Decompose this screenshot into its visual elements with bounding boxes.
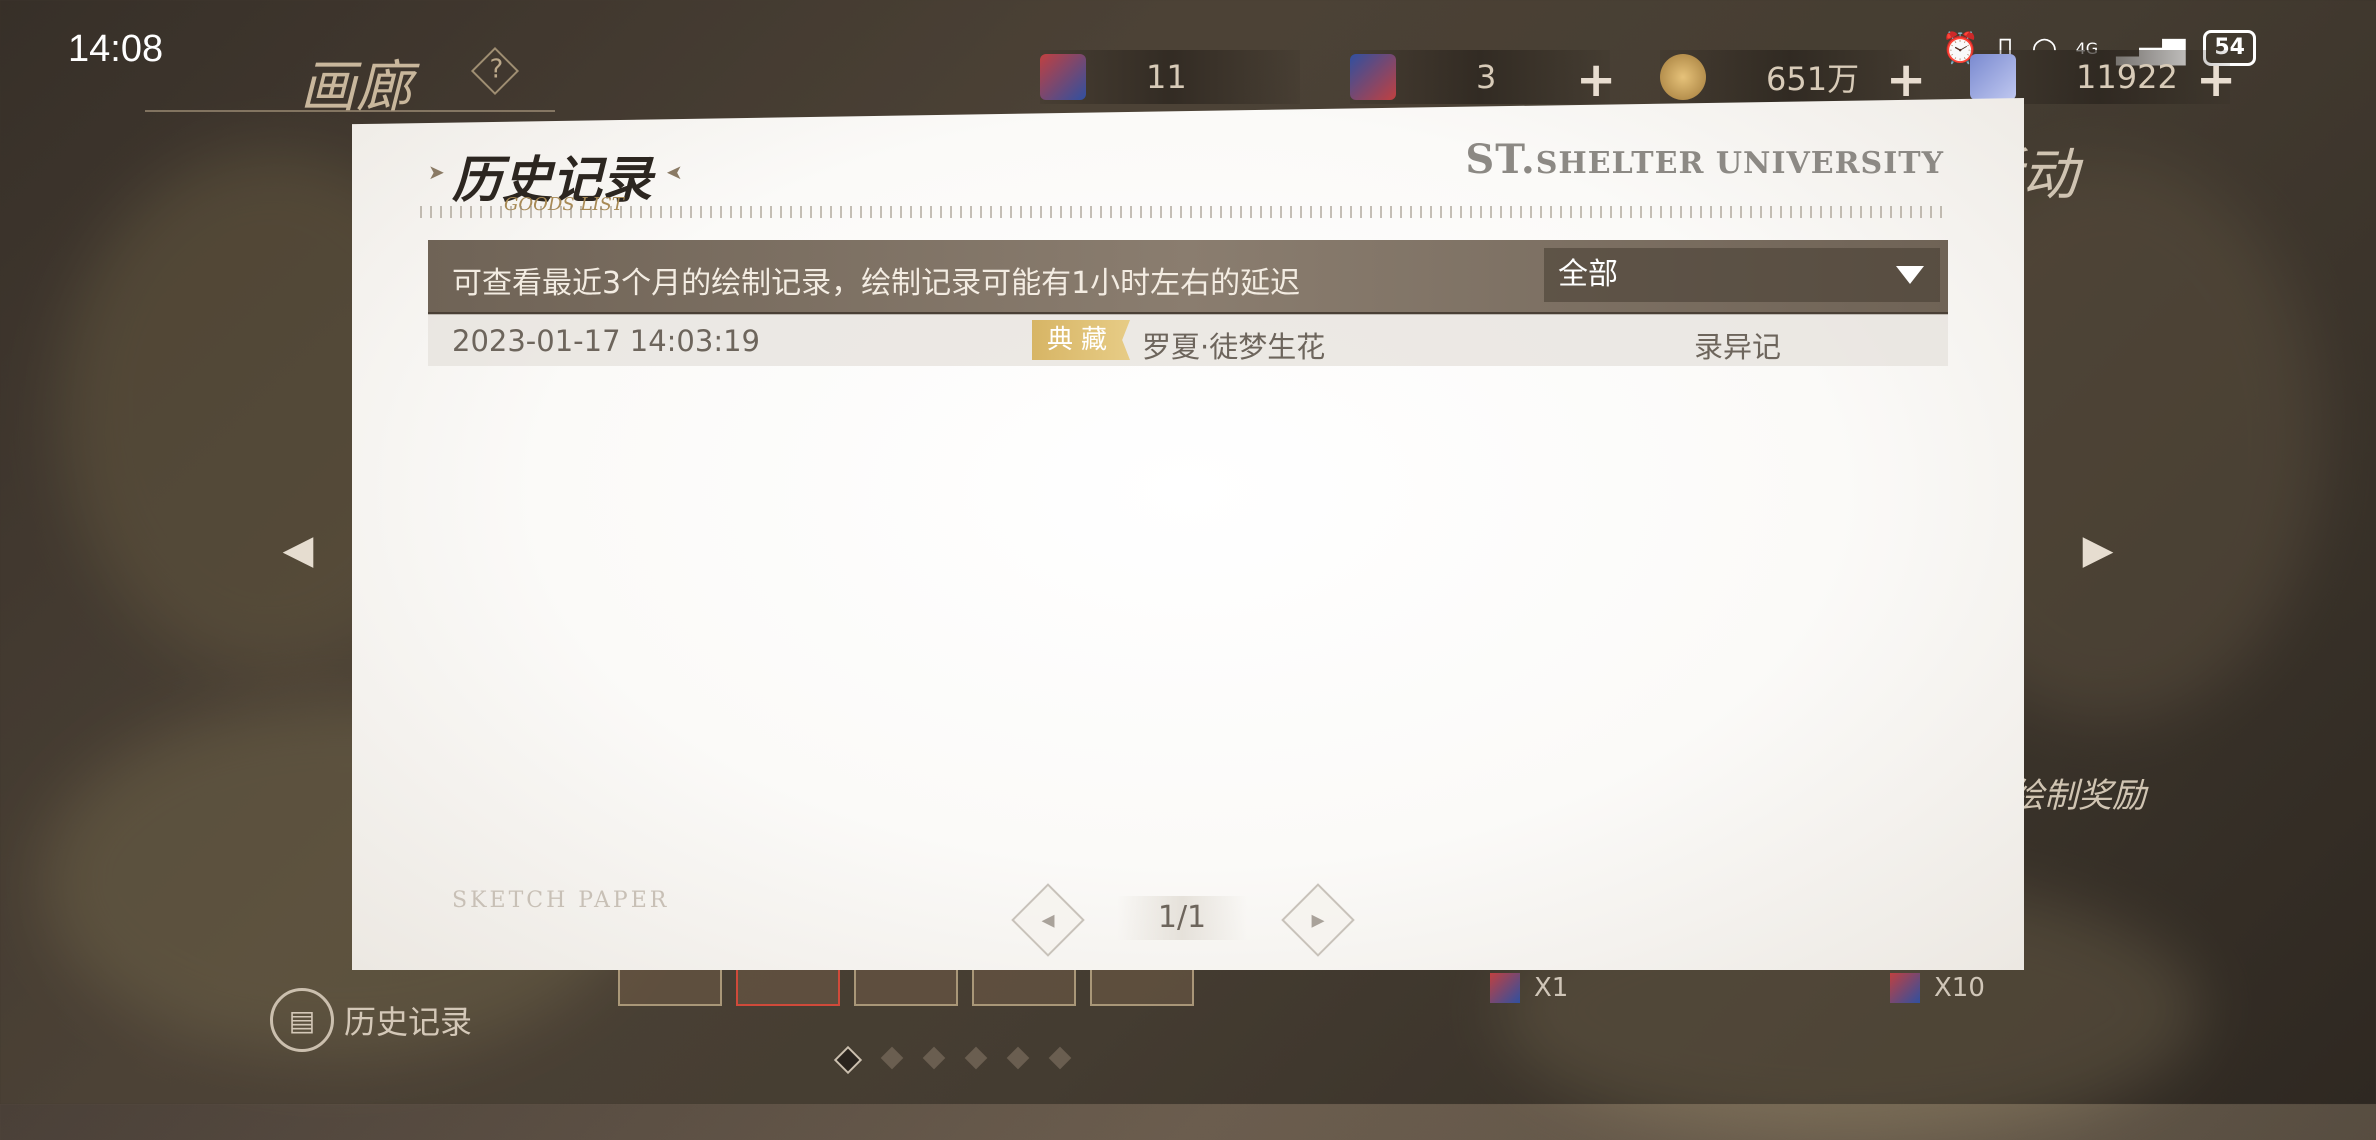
page-dot xyxy=(880,1046,904,1070)
title-deco-right-icon: ➤ xyxy=(666,160,683,184)
pool-thumbnail[interactable] xyxy=(618,966,722,1006)
resource-coins: 651万 xyxy=(1660,50,1920,104)
page-dot xyxy=(1006,1046,1030,1070)
record-pool: 录异记 xyxy=(1694,330,1782,364)
page-dot-active xyxy=(833,1045,863,1075)
pool-thumbnail-active[interactable] xyxy=(736,966,840,1006)
ticket-icon xyxy=(1890,973,1920,1003)
filter-selected-value: 全部 xyxy=(1558,257,1618,292)
ticket-b-count: 3 xyxy=(1476,58,1497,96)
filter-dropdown[interactable]: 全部 xyxy=(1544,248,1940,302)
ticket-icon xyxy=(1490,973,1520,1003)
prev-page-button[interactable]: ◂ xyxy=(1011,883,1085,957)
title-deco-left-icon: ➤ xyxy=(428,160,445,184)
resource-ticket-b: 3 xyxy=(1350,50,1610,104)
filter-bar: 可查看最近3个月的绘制记录，绘制记录可能有1小时左右的延迟 全部 xyxy=(428,240,1948,315)
arrow-right-icon: ▸ xyxy=(1311,905,1325,935)
draw-once-label: X1 xyxy=(1534,973,1569,1003)
resource-ticket-a: 11 xyxy=(1040,50,1300,104)
add-gems-button[interactable]: + xyxy=(2196,52,2236,108)
page-title: 画廊 xyxy=(300,55,412,120)
page-indicator xyxy=(833,1045,1072,1075)
sketch-paper-watermark: SKETCH PAPER xyxy=(452,888,670,913)
pool-thumbnail[interactable] xyxy=(1090,966,1194,1006)
resource-gems: 11922 xyxy=(1970,50,2230,104)
prev-pool-arrow-icon[interactable]: ◀ xyxy=(268,520,328,580)
next-page-button[interactable]: ▸ xyxy=(1281,883,1355,957)
brand-name: SHELTER UNIVERSITY xyxy=(1535,146,1944,181)
pool-thumbnail[interactable] xyxy=(972,966,1076,1006)
history-dialog: ➤ 历史记录 ➤ GOODS LIST ST.SHELTER UNIVERSIT… xyxy=(352,98,2024,970)
filter-hint-text: 可查看最近3个月的绘制记录，绘制记录可能有1小时左右的延迟 xyxy=(452,266,1301,301)
brand-logo: ST.SHELTER UNIVERSITY xyxy=(1465,136,1944,183)
history-button[interactable]: ▤ 历史记录 xyxy=(270,988,472,1052)
ticket-b-icon xyxy=(1350,54,1396,100)
draw-ten-button[interactable]: X10 xyxy=(1890,968,1985,1008)
next-pool-arrow-icon[interactable]: ▶ xyxy=(2068,520,2128,580)
add-ticket-button[interactable]: + xyxy=(1576,52,1616,108)
page-dot xyxy=(922,1046,946,1070)
brand-prefix: ST. xyxy=(1465,136,1536,183)
page-dot xyxy=(1048,1046,1072,1070)
history-button-label: 历史记录 xyxy=(344,1003,473,1041)
add-coins-button[interactable]: + xyxy=(1886,52,1926,108)
history-icon: ▤ xyxy=(270,988,334,1052)
coins-count: 651万 xyxy=(1766,60,1860,98)
table-row: 2023-01-17 14:03:19 典藏 罗夏·徒梦生花 录异记 xyxy=(428,314,1948,366)
page-number: 1/1 xyxy=(1117,896,1247,940)
page-dot xyxy=(964,1046,988,1070)
rarity-badge: 典藏 xyxy=(1032,320,1130,360)
ticket-a-icon xyxy=(1040,54,1086,100)
coin-icon xyxy=(1660,54,1706,100)
record-time: 2023-01-17 14:03:19 xyxy=(452,324,760,358)
gems-count: 11922 xyxy=(2076,58,2178,96)
reward-label[interactable]: 绘制奖励 xyxy=(2010,768,2146,817)
gem-icon xyxy=(1970,54,2016,100)
pagination: ◂ 1/1 ▸ xyxy=(992,883,1372,957)
ticket-a-count: 11 xyxy=(1146,58,1187,96)
arrow-left-icon: ◂ xyxy=(1041,905,1055,935)
draw-once-button[interactable]: X1 xyxy=(1490,968,1568,1008)
chevron-down-icon xyxy=(1896,266,1924,284)
draw-ten-label: X10 xyxy=(1934,973,1985,1003)
record-item: 罗夏·徒梦生花 xyxy=(1142,330,1326,364)
pool-thumbnail[interactable] xyxy=(854,966,958,1006)
pool-thumbnails xyxy=(618,966,1194,1006)
